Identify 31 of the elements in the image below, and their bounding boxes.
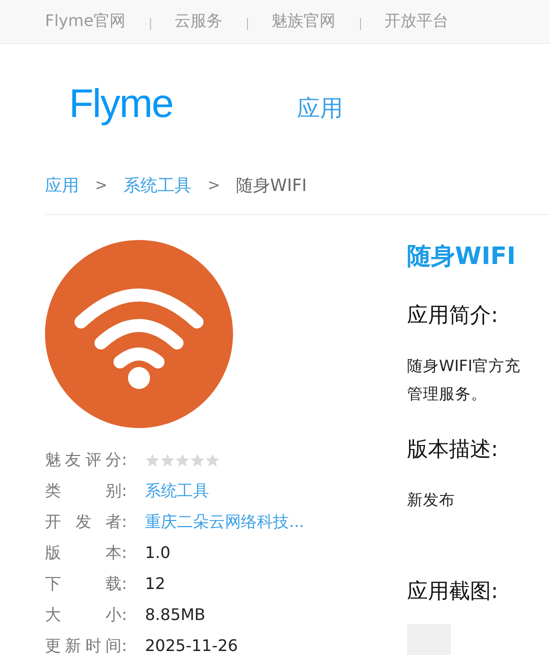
breadcrumb-link[interactable]: 应用 [45,174,79,196]
nav-tab[interactable]: 应用 [296,92,343,124]
info-value: 1.0 [145,544,170,562]
breadcrumb-current: 随身WIFI [236,174,307,196]
flyme-logo[interactable]: Flyme [69,82,173,126]
breadcrumb-link[interactable]: 系统工具 [124,174,192,196]
info-label: 魅友评分: [45,451,127,469]
info-value: 8.85MB [145,606,206,624]
info-value: 2025-11-26 [145,637,238,655]
section-heading: 应用简介: [407,302,500,329]
info-link[interactable]: 重庆二朵云网络科技... [145,513,304,531]
info-label: 更新时间: [45,637,127,655]
top-link[interactable]: 开放平台 [384,11,449,32]
info-label: 下载: [45,575,127,593]
section-heading: 版本描述: [407,436,500,463]
info-label: 大小: [45,606,127,624]
info-label: 版本: [45,544,127,562]
section-text: 随身WIFI官方充 管理服务。 [407,356,522,405]
breadcrumb-separator: > [95,176,108,194]
breadcrumb-separator: > [208,176,220,194]
info-label: 开发者: [45,513,127,531]
info-value: 12 [145,575,166,593]
info-link[interactable]: 系统工具 [145,482,209,500]
section-heading: 应用截图: [407,578,500,605]
top-link[interactable]: 云服务 [174,11,223,32]
top-link[interactable]: 魅族官网 [272,11,336,32]
wifi-app-icon [45,240,233,428]
section-text: 新发布 [407,490,456,511]
app-title: 随身WIFI [407,241,517,272]
top-link[interactable]: Flyme官网 [45,11,126,32]
info-label: 类别: [45,482,127,500]
